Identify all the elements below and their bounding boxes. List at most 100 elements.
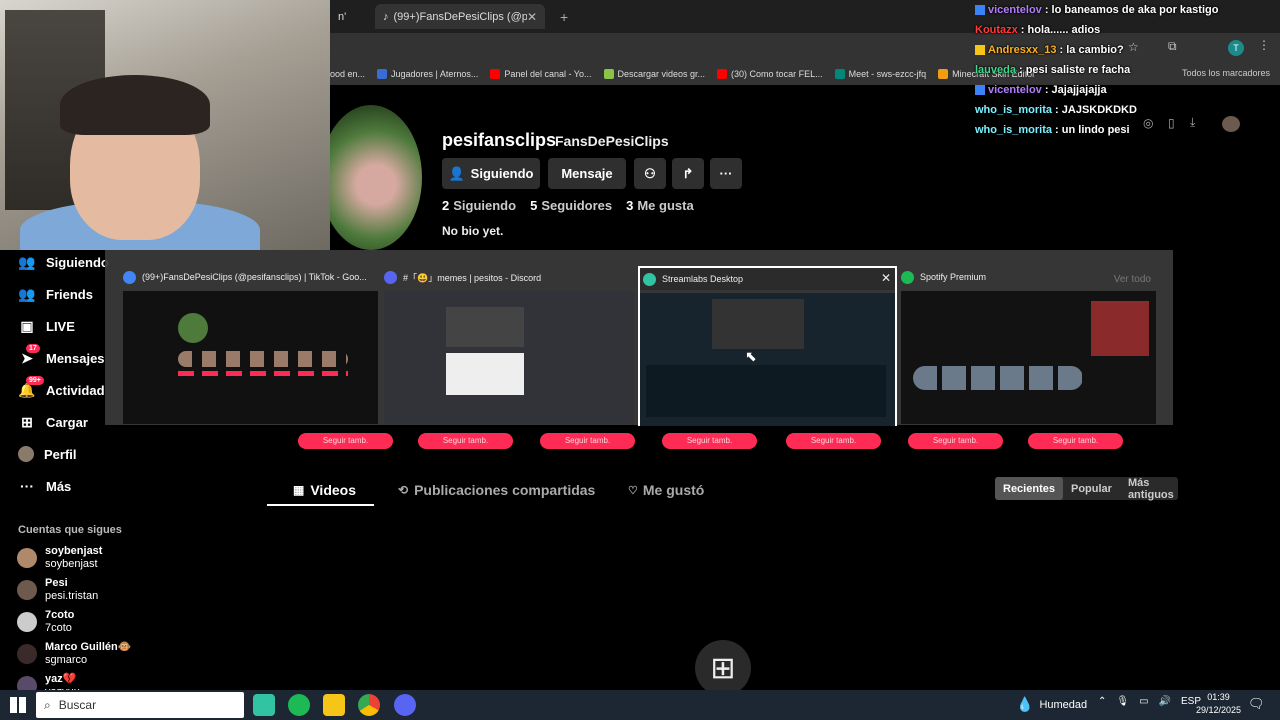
stat-value: 2 [442,198,450,213]
message-button[interactable]: Mensaje [548,158,626,189]
stat-following[interactable]: 2 Siguiendo [442,198,516,213]
bookmark[interactable]: Jugadores | Aternos... [377,69,478,79]
spotify-icon[interactable] [288,694,310,716]
sort-option-recent[interactable]: Recientes [995,477,1063,500]
chat-message: who_is_morita: JAJSKDKDKD [975,104,1137,116]
close-icon[interactable]: ✕ [881,271,891,285]
task-window-streamlabs[interactable]: Streamlabs Desktop ✕ [638,266,897,426]
task-window-discord[interactable]: #「😃」memes | pesitos - Discord [384,266,634,426]
tab-videos[interactable]: ▦ Videos [293,482,356,498]
following-button[interactable]: 👤 Siguiendo [442,158,540,189]
sidebar-item-messages[interactable]: ➤ 17 Mensajes [18,344,105,367]
weather-widget[interactable]: 💧 Humedad [1016,696,1087,713]
more-button[interactable]: ··· [710,158,742,189]
account-name: soybenjast [45,545,103,557]
chrome-icon[interactable] [358,694,380,716]
close-icon[interactable]: ✕ [527,10,537,24]
weather-label: Humedad [1039,698,1088,711]
file-explorer-icon[interactable] [323,694,345,716]
notifications-icon[interactable]: 🗨 [1248,696,1265,712]
clock-time: 01:39 [1207,692,1230,702]
chat-text: hola...... adios [1027,24,1101,36]
streamlabs-icon[interactable] [253,694,275,716]
browser-tab-active[interactable]: ♪ (99+)FansDePesiClips (@pesifa ✕ [375,4,545,29]
followed-account[interactable]: Marco Guillén🐵 sgmarco [17,641,131,666]
discord-icon[interactable] [394,694,416,716]
follow-back-button[interactable]: Seguir tamb. [298,433,393,449]
task-window-chrome[interactable]: (99+)FansDePesiClips (@pesifansclips) | … [123,266,378,426]
follow-back-button[interactable]: Seguir tamb. [908,433,1003,449]
droplet-icon: 💧 [1016,696,1034,712]
network-icon[interactable]: ▭ [1139,696,1148,707]
search-placeholder: Buscar [58,698,97,712]
bookmark[interactable]: ood en... [330,69,365,79]
bookmark[interactable]: (30) Como tocar FEL... [717,69,823,79]
spotify-icon [901,270,914,284]
following-heading: Cuentas que sigues [18,524,122,536]
headphones [60,75,210,135]
sort-option-popular[interactable]: Popular [1063,477,1120,500]
person-plus-icon: ⚇ [644,165,656,181]
volume-icon[interactable]: 🔊 [1159,696,1171,707]
followed-account[interactable]: 7coto 7coto [17,609,74,634]
taskbar-clock[interactable]: 01:39 29/12/2025 [1196,691,1241,717]
task-view-button[interactable]: ⊞ [695,640,751,696]
chat-user: vicentelov [988,4,1042,16]
stat-likes: 3 Me gusta [626,198,694,213]
profile-avatar [320,105,422,250]
chat-user: lauveda [975,64,1016,76]
followed-account[interactable]: soybenjast soybenjast [17,545,102,570]
system-tray: ⌃ 🎙 ▭ 🔊 ESP [1098,696,1201,707]
followed-account[interactable]: Pesi pesi.tristan [17,577,98,602]
account-handle: 7coto [45,622,72,634]
bookmark[interactable]: Panel del canal - Yo... [490,69,592,79]
badge-icon [975,5,985,15]
add-friend-button[interactable]: ⚇ [634,158,666,189]
tab-label: n' [338,10,347,23]
profile-nickname: FansDePesiClips [555,133,669,149]
tab-liked[interactable]: ♡ Me gustó [628,482,704,498]
sidebar-item-more[interactable]: ··· Más [18,478,71,494]
browser-tab[interactable]: n' [330,4,370,29]
discord-icon [384,270,397,284]
sidebar-item-live[interactable]: ▣ LIVE [18,318,75,335]
follow-back-button[interactable]: Seguir tamb. [786,433,881,449]
bookmark[interactable]: Descargar videos gr... [603,69,705,79]
message-label: Mensaje [561,166,613,181]
task-window-spotify[interactable]: Spotify Premium [901,266,1156,426]
people-icon: 👥 [18,254,36,270]
youtube-icon [490,69,501,79]
grid-icon: ⊞ [710,651,736,685]
sidebar-item-profile[interactable]: Perfil [18,446,77,462]
chevron-up-icon[interactable]: ⌃ [1098,696,1106,707]
sidebar-item-activity[interactable]: 🔔 99+ Actividad [18,376,105,399]
stat-value: 5 [530,198,538,213]
sidebar-label: Siguiendo [46,255,109,270]
bookmark-label: Panel del canal - Yo... [504,69,592,79]
new-tab-button[interactable]: + [552,4,576,29]
chat-user: who_is_morita [975,124,1053,136]
taskbar-search[interactable]: ⌕ Buscar [36,692,244,718]
microphone-icon[interactable]: 🎙 [1116,696,1129,707]
sidebar-item-following[interactable]: 👥 Siguiendo [18,254,109,271]
share-button[interactable]: ↱ [672,158,704,189]
sidebar-item-upload[interactable]: ⊞ Cargar [18,414,88,431]
follow-back-button[interactable]: Seguir tamb. [540,433,635,449]
sidebar-label: Actividad [46,383,105,398]
follow-back-button[interactable]: Seguir tamb. [1028,433,1123,449]
streamlabs-icon [643,272,656,286]
stat-followers[interactable]: 5 Seguidores [530,198,612,213]
follow-back-button[interactable]: Seguir tamb. [662,433,757,449]
bookmark[interactable]: Meet - sws-ezcc-jfq [834,69,926,79]
windows-start-icon[interactable] [10,697,26,713]
window-title: (99+)FansDePesiClips (@pesifansclips) | … [142,272,367,282]
account-name: Marco Guillén🐵 [45,641,132,653]
sort-option-oldest[interactable]: Más antiguos [1120,477,1182,501]
webcam-overlay [0,0,330,250]
following-label: Siguiendo [470,166,534,181]
follow-back-button[interactable]: Seguir tamb. [418,433,513,449]
sidebar-item-friends[interactable]: 👥 Friends [18,286,93,303]
live-icon: ▣ [20,318,34,334]
tab-shared[interactable]: ⟲ Publicaciones compartidas [398,482,595,498]
badge-icon [975,45,985,55]
